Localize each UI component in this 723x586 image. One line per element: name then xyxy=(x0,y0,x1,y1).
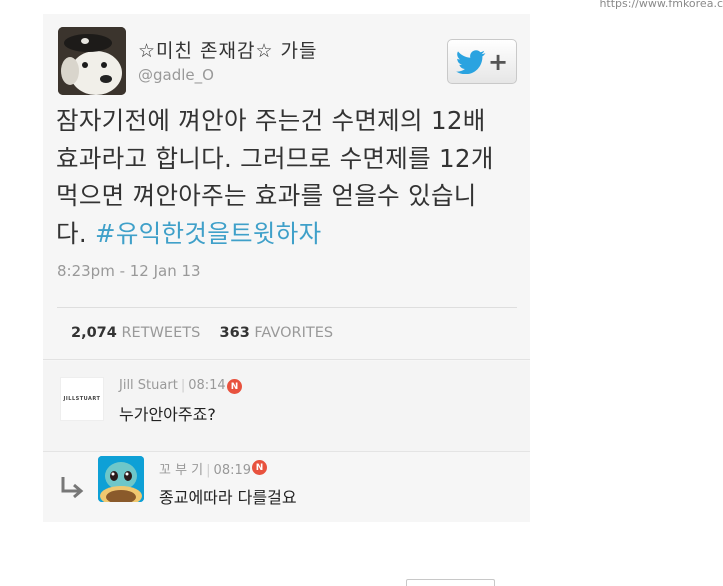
tweet-timestamp[interactable]: 8:23pm - 12 Jan 13 xyxy=(57,262,201,280)
tweet-text-line: 다. xyxy=(56,218,96,248)
reply-item: JILLSTUART Jill Stuart | 08:14 N 누가안아주죠? xyxy=(43,361,530,451)
jill-stuart-logo: JILLSTUART xyxy=(63,396,101,402)
tweet-text-line: 효과라고 합니다. 그러므로 수면제를 12개 xyxy=(56,143,494,173)
tweet-text-line: 잠자기전에 껴안아 주는건 수면제의 12배 xyxy=(56,106,486,135)
watermark-url: https://www.fmkorea.c xyxy=(599,0,723,10)
divider xyxy=(57,307,517,308)
retweets-label[interactable]: RETWEETS xyxy=(121,325,200,341)
favorites-count[interactable]: 363 xyxy=(220,325,250,341)
reply-text: 누가안아주죠? xyxy=(119,405,216,424)
bottom-button-edge[interactable] xyxy=(406,579,495,586)
twitter-bird-icon xyxy=(456,49,486,74)
tweet-text: 잠자기전에 껴안아 주는건 수면제의 12배 효과라고 합니다. 그러므로 수면… xyxy=(56,102,526,252)
favorites-label[interactable]: FAVORITES xyxy=(254,325,333,341)
reply-arrow-icon xyxy=(61,477,84,499)
reply-meta: Jill Stuart | 08:14 xyxy=(119,378,226,393)
follow-button[interactable]: + xyxy=(447,39,517,84)
reply-author[interactable]: Jill Stuart xyxy=(119,378,178,393)
new-badge-icon: N xyxy=(252,460,267,475)
tweet: ☆미친 존재감☆ 가들 @gadle_O + 잠자기전에 껴안아 주는건 수면제… xyxy=(43,14,530,360)
new-badge-icon: N xyxy=(227,379,242,394)
tweet-text-line: 먹으면 껴안아주는 효과를 얻을수 있습니 xyxy=(56,181,477,210)
reply-time: 08:14 xyxy=(188,378,226,393)
tweet-card: ☆미친 존재감☆ 가들 @gadle_O + 잠자기전에 껴안아 주는건 수면제… xyxy=(43,14,530,522)
tweet-text-line-last: 다. #유익한것을트윗하자 xyxy=(56,215,526,253)
reply-author[interactable]: 꼬 부 기 xyxy=(159,463,203,478)
divider xyxy=(43,359,530,360)
user-handle[interactable]: @gadle_O xyxy=(138,66,214,84)
reply-item: 꼬 부 기 | 08:19 N 종교에따라 다를걸요 xyxy=(43,452,530,522)
hashtag-link[interactable]: #유익한것을트윗하자 xyxy=(95,219,321,248)
avatar[interactable] xyxy=(98,456,144,502)
reply-time: 08:19 xyxy=(213,463,252,478)
follow-plus-label: + xyxy=(487,47,509,76)
avatar[interactable]: JILLSTUART xyxy=(60,377,104,421)
reply-meta: 꼬 부 기 | 08:19 xyxy=(159,463,252,478)
dog-avatar-image xyxy=(58,27,126,95)
avatar[interactable] xyxy=(58,27,126,95)
tweet-stats: 2,074 RETWEETS 363 FAVORITES xyxy=(71,325,333,341)
display-name[interactable]: ☆미친 존재감☆ 가들 xyxy=(138,36,318,63)
squirtle-avatar-image xyxy=(98,456,144,502)
retweets-count[interactable]: 2,074 xyxy=(71,325,117,341)
reply-text: 종교에따라 다를걸요 xyxy=(159,488,297,507)
